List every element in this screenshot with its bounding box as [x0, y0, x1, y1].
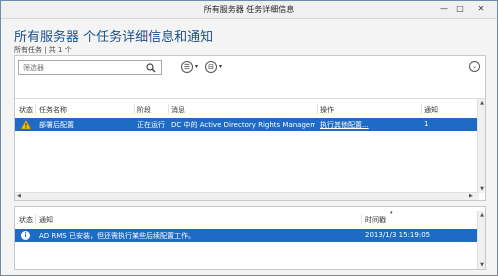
column-separator — [168, 104, 169, 114]
task-stage: 正在运行 — [137, 121, 165, 129]
minimize-button[interactable]: — — [437, 3, 451, 15]
task-message: DC 中的 Active Directory Rights Manageme..… — [171, 121, 315, 129]
column-header-message[interactable]: 消息 — [171, 105, 185, 115]
scroll-up-icon[interactable]: ▲ — [479, 212, 485, 218]
column-header-status[interactable]: 状态 — [19, 215, 33, 225]
column-separator — [361, 214, 362, 224]
column-header-timestamp[interactable]: 时间戳 — [365, 215, 386, 225]
horizontal-scrollbar[interactable]: ◀ ▶ — [15, 192, 479, 200]
chevron-down-icon: ▾ — [195, 63, 199, 70]
task-name: 部署后配置 — [39, 121, 74, 129]
column-separator — [35, 104, 36, 114]
notification-message: AD RMS 已安装，但还需执行某些后续配置工作。 — [39, 232, 195, 240]
task-action-link[interactable]: 执行其他配置... — [320, 120, 418, 130]
table-row[interactable]: 部署后配置 正在运行 DC 中的 Active Directory Rights… — [15, 118, 477, 131]
notifications-table-header: ▾ 状态 通知 时间戳 — [15, 210, 485, 225]
filter-input[interactable] — [23, 63, 143, 73]
task-details-window: 所有服务器 任务详细信息 — □ ✕ 所有服务器 个任务详细信息和通知 所有任务… — [0, 0, 498, 276]
column-header-status[interactable]: 状态 — [19, 105, 33, 115]
search-icon[interactable] — [146, 63, 156, 73]
list-icon: ☰ — [181, 61, 193, 73]
column-header-notification[interactable]: 通知 — [39, 215, 53, 225]
info-icon: i — [21, 231, 30, 240]
vertical-scrollbar[interactable]: ▲ ▼ — [477, 211, 485, 269]
column-separator — [134, 104, 135, 114]
scroll-up-icon[interactable]: ▲ — [479, 100, 485, 106]
notifications-panel: ▾ 状态 通知 时间戳 i AD RMS 已安装，但还需执行某些后续配置工作。 … — [14, 206, 486, 270]
filter-box[interactable] — [18, 60, 162, 75]
tasks-table-header: 状态 任务名称 阶段 消息 操作 通知 — [15, 103, 485, 115]
vertical-scrollbar[interactable]: ▲ ▼ — [477, 99, 485, 193]
title-bar[interactable]: 所有服务器 任务详细信息 — □ ✕ — [1, 1, 497, 19]
scroll-down-icon[interactable]: ▼ — [479, 186, 485, 192]
save-query-button[interactable]: ⊟ ▾ — [205, 60, 227, 75]
notification-timestamp: 2013/1/3 15:19:05 — [365, 231, 431, 239]
column-header-action[interactable]: 操作 — [320, 105, 334, 115]
page-title: 所有服务器 个任务详细信息和通知 — [14, 30, 214, 45]
chevron-down-icon: ▾ — [219, 63, 223, 70]
content-area: 所有服务器 个任务详细信息和通知 所有任务 | 共 1 个 ☰ ▾ ⊟ ▾ ⌄ — [1, 20, 497, 275]
scroll-down-icon[interactable]: ▼ — [479, 262, 485, 268]
close-button[interactable]: ✕ — [469, 3, 493, 15]
divider — [15, 98, 485, 99]
column-header-stage[interactable]: 阶段 — [137, 105, 151, 115]
column-separator — [317, 104, 318, 114]
warning-icon — [21, 120, 31, 129]
list-options-button[interactable]: ☰ ▾ — [181, 60, 203, 75]
scroll-left-icon[interactable]: ◀ — [17, 193, 21, 199]
column-header-notifications[interactable]: 通知 — [424, 105, 438, 115]
window-title: 所有服务器 任务详细信息 — [203, 5, 295, 14]
expand-icon[interactable]: ⌄ — [469, 61, 480, 72]
sort-descending-icon: ▾ — [390, 210, 393, 216]
column-header-task-name[interactable]: 任务名称 — [39, 105, 67, 115]
table-row[interactable]: i AD RMS 已安装，但还需执行某些后续配置工作。 2013/1/3 15:… — [15, 229, 477, 242]
scroll-right-icon[interactable]: ▶ — [469, 193, 473, 199]
column-separator — [35, 214, 36, 224]
task-count-subtitle: 所有任务 | 共 1 个 — [14, 46, 72, 54]
save-query-icon: ⊟ — [205, 61, 217, 73]
column-separator — [421, 104, 422, 114]
tasks-panel: ☰ ▾ ⊟ ▾ ⌄ 状态 任务名称 阶段 消息 操作 通知 — [14, 55, 486, 201]
maximize-button[interactable]: □ — [453, 3, 467, 15]
task-notification-count: 1 — [424, 120, 429, 128]
